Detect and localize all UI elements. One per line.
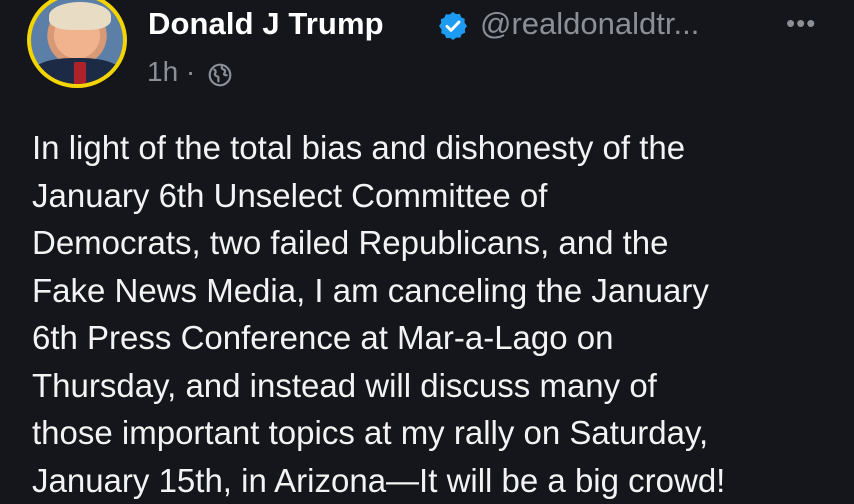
tweet-line: 6th Press Conference at Mar-a-Lago on [32,314,832,362]
verified-badge-icon [437,10,469,42]
tweet-timestamp[interactable]: 1h · [147,56,195,88]
author-handle[interactable]: @realdonaldtr... [480,6,699,42]
avatar-hair [49,2,111,30]
tweet-line: those important topics at my rally on Sa… [32,409,832,457]
avatar-tie [74,62,86,86]
tweet-line: Thursday, and instead will discuss many … [32,362,832,410]
tweet-line: January 15th, in Arizona—It will be a bi… [32,457,832,504]
author-name[interactable]: Donald J Trump [148,6,384,42]
tweet-line: Fake News Media, I am canceling the Janu… [32,267,832,315]
tweet-line: In light of the total bias and dishonest… [32,124,832,172]
tweet-line: January 6th Unselect Committee of [32,172,832,220]
author-avatar[interactable] [27,0,127,88]
tweet-line: Democrats, two failed Republicans, and t… [32,219,832,267]
globe-icon [207,62,233,88]
more-options-button[interactable]: ••• [786,8,816,39]
tweet-body: In light of the total bias and dishonest… [32,124,832,504]
